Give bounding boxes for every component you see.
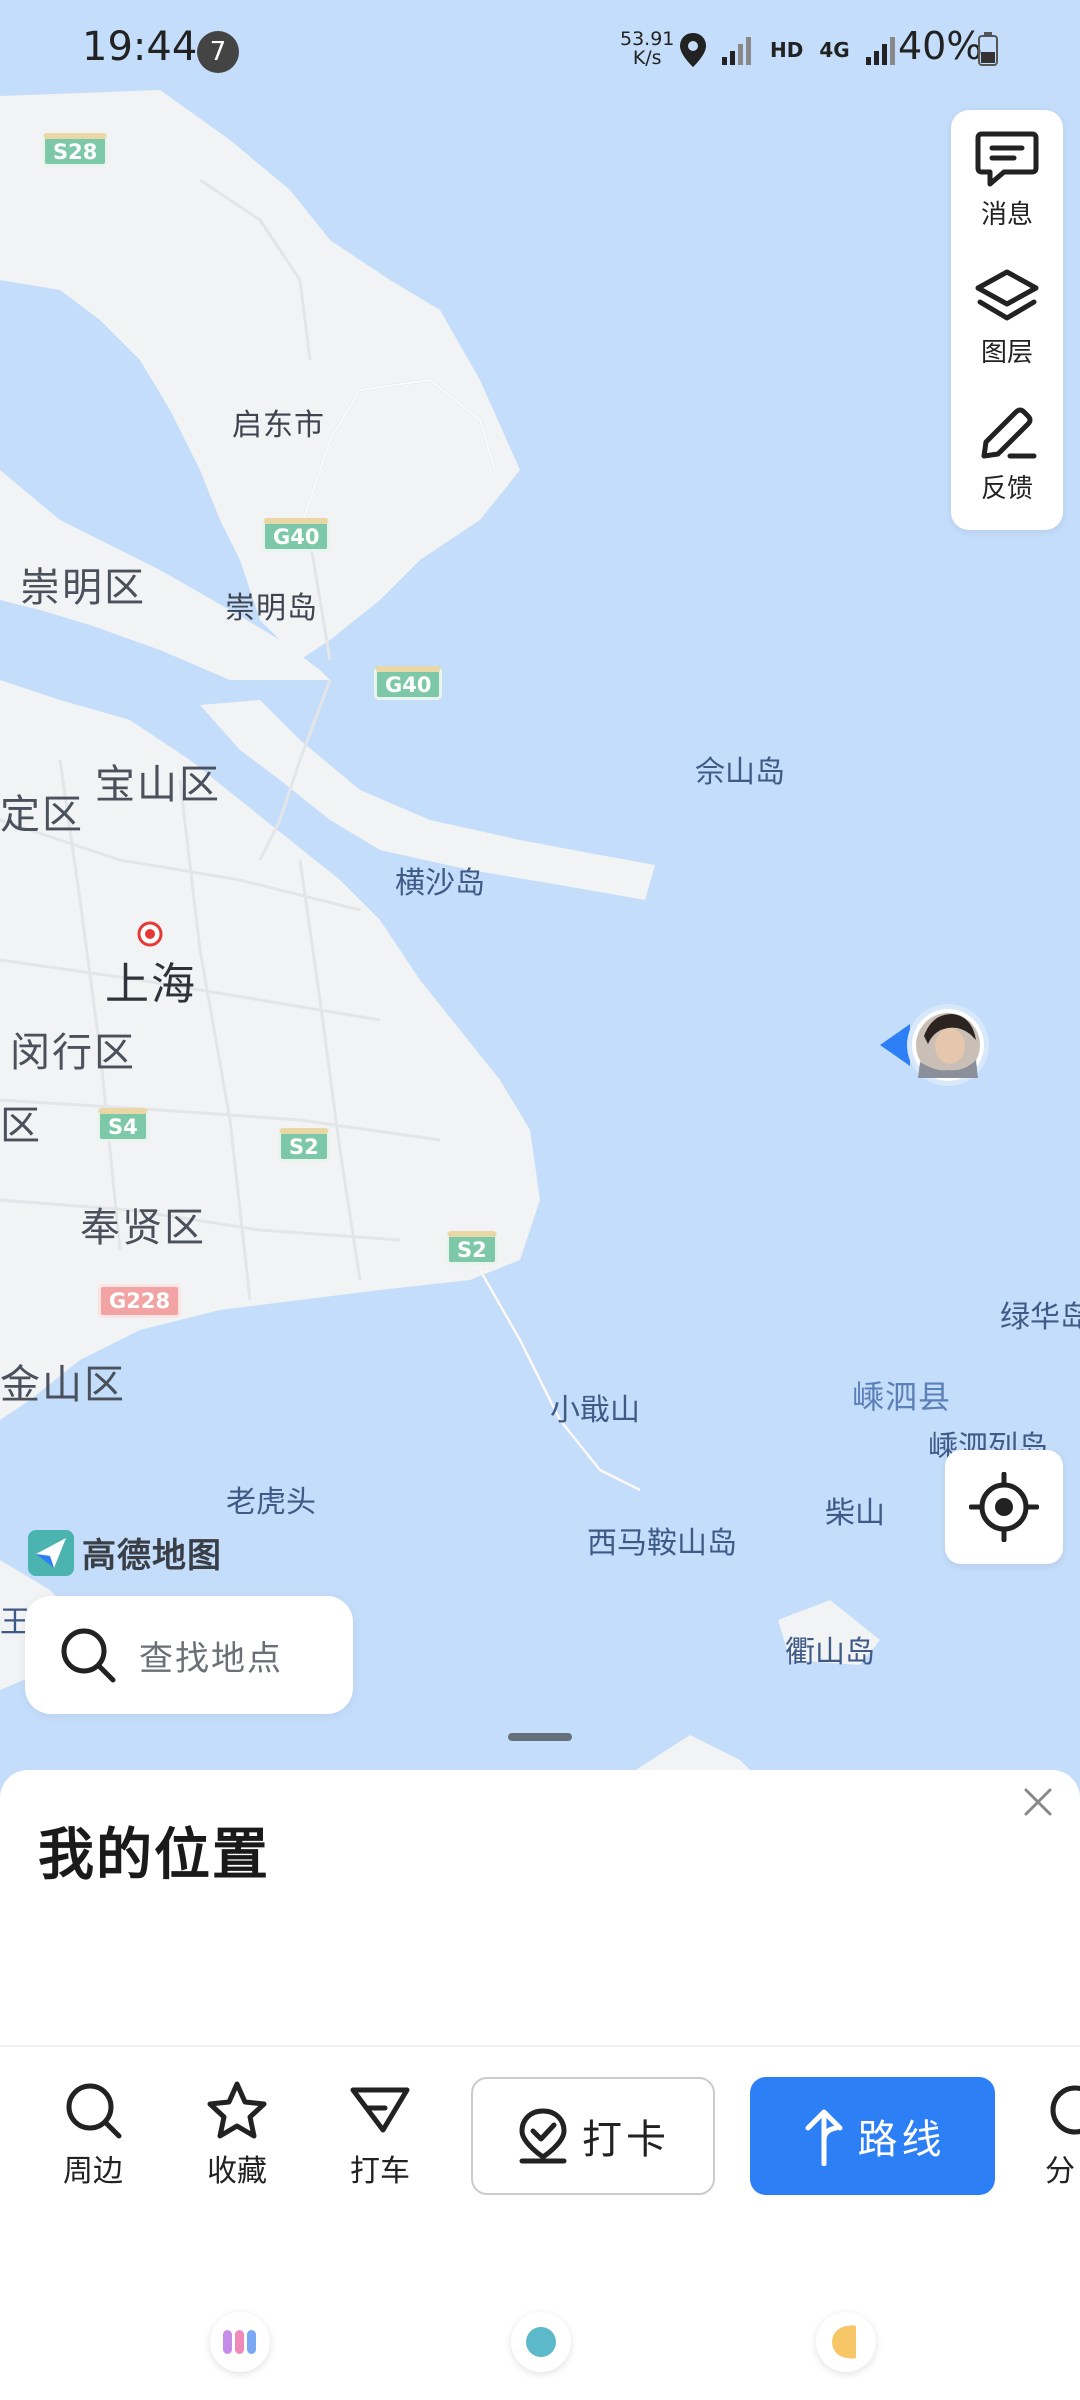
search-nearby-icon [66,2083,122,2139]
place-jiading-partial: 定区 [0,792,84,838]
amap-logo-text: 高德地图 [82,1536,222,1576]
message-icon [975,131,1039,187]
battery-percent: 40% [898,24,983,68]
share-icon [1050,2085,1080,2135]
location-avatar-icon [880,1004,989,1086]
nav-home[interactable] [511,2312,571,2372]
share-button[interactable]: 分 [1045,2080,1080,2200]
road-shield-s2-b: S2 [446,1231,498,1265]
crosshair-icon [969,1472,1039,1542]
place-shengsi-county: 嵊泗县 [852,1378,952,1416]
feedback-label: 反馈 [980,474,1033,504]
battery-icon [978,32,998,66]
status-icons: HD 4G [680,28,898,72]
place-chaishan: 柴山 [825,1496,885,1531]
favorite-button[interactable]: 收藏 [187,2080,287,2200]
amap-logo: 高德地图 [28,1528,222,1577]
taxi-icon [350,2087,410,2133]
search-icon [61,1628,116,1683]
status-bar: 19:44 7 53.91 K/s HD 4G 40% [0,0,1080,96]
city-marker-icon [137,921,163,947]
edit-pencil-icon [981,407,1037,459]
sheet-drag-handle[interactable] [508,1733,572,1741]
hd-indicator: HD [770,38,804,62]
checkin-pin-icon [519,2108,567,2164]
place-xiaojishan: 小戢山 [550,1393,640,1428]
net-speed-unit: K/s [632,47,662,69]
map-view[interactable]: 启东市 崇明区 崇明岛 宝山区 定区 上海 闵行区 区 奉贤区 金山区 老虎头 … [0,0,1080,1790]
signal-icon [722,37,751,65]
road-shield-g40-b: G40 [374,666,443,700]
place-chongming-district: 崇明区 [20,565,146,611]
back-half-circle-icon [832,2325,856,2359]
my-location-button[interactable] [945,1450,1063,1564]
map-base [0,90,880,1790]
place-baoshan: 宝山区 [95,762,221,808]
nav-app-switcher[interactable] [210,2312,270,2372]
search-box[interactable]: 查找地点 [25,1596,353,1714]
road-shield-s2-a: S2 [278,1128,330,1162]
checkin-label: 打卡 [582,2117,670,2163]
sheet-divider [0,2045,1080,2047]
network-type: 4G [819,38,850,62]
apps-icon [223,2330,256,2354]
net-speed: 53.91 K/s [620,30,674,68]
favorite-label: 收藏 [207,2154,267,2189]
notification-count-badge: 7 [197,31,239,73]
layers-icon [975,269,1039,321]
taxi-label: 打车 [350,2154,410,2189]
signal-2-icon [865,37,895,65]
place-chongming-island: 崇明岛 [225,591,318,626]
layers-button[interactable]: 图层 [951,268,1063,398]
sheet-title: 我的位置 [38,1823,270,1888]
road-shield-g40-a: G40 [262,518,331,552]
location-sheet: 我的位置 周边 收藏 打车 打卡 路线 分 [0,1770,1080,2400]
place-qushan: 衢山岛 [785,1635,875,1670]
feedback-button[interactable]: 反馈 [951,404,1063,534]
nearby-label: 周边 [63,2154,123,2189]
route-label: 路线 [857,2117,946,2163]
amap-logo-icon [28,1529,74,1576]
road-shield-s28: S28 [42,133,109,167]
taxi-button[interactable]: 打车 [330,2080,430,2200]
star-icon [207,2081,267,2139]
place-ximaanshan: 西马鞍山岛 [587,1526,737,1561]
status-time: 19:44 [82,24,198,70]
layers-label: 图层 [980,338,1033,368]
nearby-button[interactable]: 周边 [43,2080,143,2200]
place-fengxian: 奉贤区 [80,1205,206,1251]
road-shield-s4: S4 [97,1108,149,1142]
home-dot-icon [526,2327,556,2357]
place-shanghai: 上海 [105,959,197,1010]
location-pin-icon [680,33,706,67]
route-button[interactable]: 路线 [750,2077,995,2195]
place-partial-qu: 区 [0,1103,42,1149]
place-hengsha: 横沙岛 [395,866,485,901]
place-minhang: 闵行区 [10,1030,136,1076]
search-placeholder: 查找地点 [139,1638,283,1679]
nav-back[interactable] [816,2312,876,2372]
close-icon[interactable] [1018,1782,1058,1822]
share-label: 分 [1045,2154,1075,2189]
place-jinshan: 金山区 [0,1362,126,1408]
route-arrow-icon [805,2109,842,2166]
messages-label: 消息 [980,200,1033,230]
user-location-marker[interactable] [880,1000,992,1094]
road-shield-g228: G228 [98,1284,182,1318]
place-sheshan: 佘山岛 [695,755,785,790]
checkin-button[interactable]: 打卡 [471,2077,715,2195]
map-tools-panel: 消息 图层 反馈 [951,110,1063,530]
place-qidong: 启东市 [232,408,325,443]
place-lvhua: 绿华岛 [1000,1300,1080,1335]
messages-button[interactable]: 消息 [951,130,1063,260]
place-laohutou: 老虎头 [226,1485,316,1520]
